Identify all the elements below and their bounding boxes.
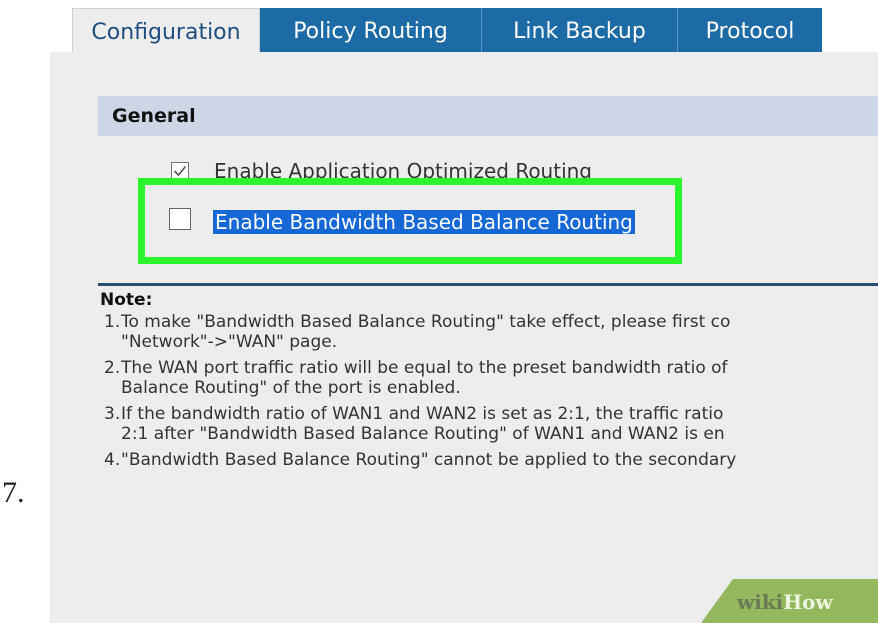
note-list: 1. To make "Bandwidth Based Balance Rout… (104, 312, 878, 476)
note-number: 3. (104, 404, 121, 424)
section-divider (98, 283, 878, 286)
note-number: 1. (104, 312, 121, 332)
note-item: 2. The WAN port traffic ratio will be eq… (104, 358, 878, 398)
tab-protocol[interactable]: Protocol (678, 8, 822, 52)
note-item: 3. If the bandwidth ratio of WAN1 and WA… (104, 404, 878, 444)
general-section-header: General (98, 96, 878, 136)
note-item: 1. To make "Bandwidth Based Balance Rout… (104, 312, 878, 352)
note-number: 2. (104, 358, 121, 378)
tab-bar: Configuration Policy Routing Link Backup… (50, 0, 878, 52)
tab-link-backup[interactable]: Link Backup (482, 8, 678, 52)
bandwidth-balance-routing-label[interactable]: Enable Bandwidth Based Balance Routing (213, 210, 635, 234)
tab-policy-routing[interactable]: Policy Routing (260, 8, 482, 52)
wikihow-how-text: How (783, 590, 833, 614)
note-title: Note: (100, 290, 153, 310)
step-number: 7. (2, 476, 25, 509)
note-number: 4. (104, 450, 121, 470)
note-text: If the bandwidth ratio of WAN1 and WAN2 … (121, 404, 725, 444)
note-text: "Bandwidth Based Balance Routing" cannot… (121, 450, 737, 470)
bandwidth-balance-routing-checkbox[interactable] (169, 208, 191, 230)
wikihow-wiki-text: wiki (737, 590, 784, 614)
tab-configuration[interactable]: Configuration (72, 8, 260, 52)
note-text: The WAN port traffic ratio will be equal… (121, 358, 728, 398)
router-settings-screenshot: Configuration Policy Routing Link Backup… (50, 0, 878, 623)
checkmark-icon (173, 165, 187, 177)
note-text: To make "Bandwidth Based Balance Routing… (121, 312, 731, 352)
note-item: 4. "Bandwidth Based Balance Routing" can… (104, 450, 878, 470)
wikihow-watermark: wikiHow (701, 579, 878, 623)
